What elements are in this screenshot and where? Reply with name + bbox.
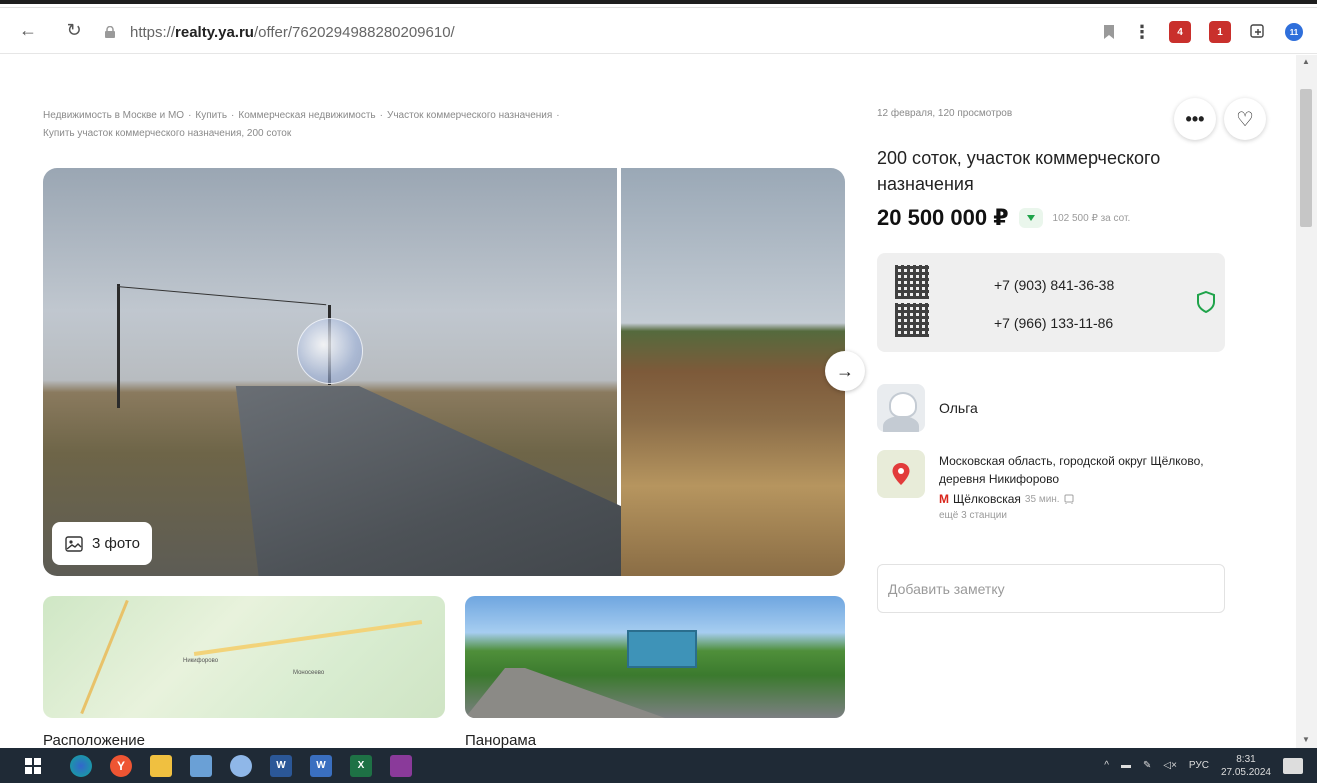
seller[interactable]: Ольга <box>877 384 978 432</box>
breadcrumb-item[interactable]: Участок коммерческого назначения <box>387 110 552 121</box>
offer-title: 200 соток, участок коммерческого назначе… <box>877 148 1161 194</box>
toolbar-right: ⋮ 4 1 11 <box>1103 18 1303 46</box>
date-views: 12 февраля, 120 просмотров <box>877 108 1013 119</box>
price-down-icon[interactable] <box>1018 208 1043 228</box>
power-wire <box>116 286 327 306</box>
word-pad-icon[interactable]: W <box>310 754 332 777</box>
location-map-thumbnail[interactable]: Никифорово Моносеево <box>43 596 445 718</box>
gallery-next-button[interactable]: → <box>825 351 865 391</box>
bookmark-icon[interactable] <box>1103 24 1115 40</box>
notes-app-icon[interactable] <box>190 754 212 777</box>
clock[interactable]: 8:31 27.05.2024 <box>1221 753 1271 779</box>
file-explorer-icon[interactable] <box>150 754 172 777</box>
address-bar[interactable]: https://realty.ya.ru/offer/7620294988280… <box>104 19 1114 45</box>
panorama-orb-icon[interactable] <box>297 318 363 384</box>
panorama-thumbnail[interactable] <box>465 596 845 718</box>
price-row: 20 500 000 ₽ 102 500 ₽ за сот. <box>877 205 1130 231</box>
breadcrumb: Недвижимость в Москве и МО · Купить · Коммер… <box>43 110 560 139</box>
map-pin-icon[interactable] <box>877 450 925 498</box>
photo-count-button[interactable]: 3 фото <box>52 522 152 565</box>
add-note-field[interactable]: Добавить заметку <box>877 564 1225 613</box>
breadcrumb-item[interactable]: Купить <box>195 110 227 121</box>
scroll-down-icon[interactable]: ▼ <box>1302 735 1310 744</box>
downloads-icon[interactable]: 11 <box>1285 23 1303 41</box>
edge-browser-icon[interactable] <box>70 754 92 777</box>
window-top-strip <box>0 0 1317 8</box>
qr-code-icon[interactable] <box>895 303 929 337</box>
road-shape <box>235 386 623 576</box>
reload-button[interactable]: ↻ <box>60 17 88 45</box>
phone-number[interactable]: +7 (966) 133-11-86 <box>994 315 1113 331</box>
yandex-browser-icon[interactable]: Y <box>110 754 132 777</box>
avatar <box>877 384 925 432</box>
browser-menu-button[interactable]: ⋮ <box>1133 22 1151 43</box>
map-road <box>193 620 423 656</box>
phone-box: +7 (903) 841-36-38 +7 (966) 133-11-86 <box>877 253 1225 352</box>
favorite-button[interactable]: ♡ <box>1224 98 1266 140</box>
pano-road <box>465 668 665 718</box>
map-label: Никифорово <box>183 658 219 664</box>
map-label: Моносеево <box>293 670 325 676</box>
pen-icon[interactable]: ✎ <box>1143 760 1151 771</box>
address-text: Московская область, городской округ Щёлк… <box>939 454 1204 486</box>
metro-time: 35 мин. <box>1024 493 1060 505</box>
price: 20 500 000 ₽ <box>877 205 1009 230</box>
metro-name: Щёлковская <box>953 492 1021 506</box>
volume-icon[interactable]: ◁× <box>1163 760 1177 771</box>
browser-toolbar: ← ↻ https://realty.ya.ru/offer/762029498… <box>0 8 1317 54</box>
extension-icon-1[interactable]: 4 <box>1169 21 1191 43</box>
scrollbar-thumb[interactable] <box>1300 89 1312 227</box>
map-road <box>80 599 129 715</box>
qr-code-icon[interactable] <box>895 265 929 299</box>
windows-taskbar: Y W W X ^ ▬ ✎ ◁× РУС 8:31 27.05.2024 <box>0 748 1317 783</box>
back-button[interactable]: ← <box>14 17 42 45</box>
translate-icon[interactable] <box>1249 23 1267 41</box>
power-pole <box>117 284 120 408</box>
paint-app-icon[interactable] <box>230 754 252 777</box>
more-options-button[interactable]: ••• <box>1174 98 1216 140</box>
bus-icon <box>1064 494 1074 504</box>
more-stations-link[interactable]: ещё 3 станции <box>939 510 1007 521</box>
notifications-icon[interactable] <box>1283 757 1303 774</box>
breadcrumb-item[interactable]: Коммерческая недвижимость <box>238 110 375 121</box>
bus-shelter <box>627 630 697 668</box>
excel-icon[interactable]: X <box>350 754 372 777</box>
language-indicator[interactable]: РУС <box>1189 760 1209 771</box>
panorama-caption[interactable]: Панорама <box>465 732 536 748</box>
word-icon[interactable]: W <box>270 754 292 777</box>
lock-icon <box>105 26 115 38</box>
winrar-icon[interactable] <box>390 754 412 777</box>
breadcrumb-item[interactable]: Недвижимость в Москве и МО <box>43 110 184 121</box>
seller-name[interactable]: Ольга <box>939 400 978 416</box>
windows-start-icon[interactable] <box>22 755 44 777</box>
location-caption[interactable]: Расположение <box>43 732 145 748</box>
scroll-up-icon[interactable]: ▲ <box>1302 57 1310 66</box>
photo-gallery[interactable]: 3 фото <box>43 168 845 576</box>
tray-chevron-icon[interactable]: ^ <box>1104 760 1109 771</box>
title-bar-fragment <box>0 0 1317 4</box>
metro-station[interactable]: М Щёлковская 35 мин. <box>939 492 1074 506</box>
phone-number[interactable]: +7 (903) 841-36-38 <box>994 277 1114 293</box>
page-scrollbar[interactable]: ▲ ▼ <box>1296 55 1317 748</box>
network-icon[interactable]: ▬ <box>1121 760 1131 771</box>
system-tray: ^ ▬ ✎ ◁× РУС 8:31 27.05.2024 <box>1104 748 1303 783</box>
photo-count-label: 3 фото <box>92 535 140 552</box>
main-photo[interactable] <box>43 168 623 576</box>
shield-icon <box>1197 291 1215 313</box>
price-per-sotka: 102 500 ₽ за сот. <box>1052 212 1131 224</box>
extension-icon-2[interactable]: 1 <box>1209 21 1231 43</box>
clock-date: 27.05.2024 <box>1220 766 1271 778</box>
side-photo[interactable] <box>621 168 845 576</box>
photos-icon <box>65 535 83 552</box>
metro-icon: М <box>939 492 949 506</box>
breadcrumb-current: Купить участок коммерческого назначения,… <box>43 128 292 139</box>
page-content: Недвижимость в Москве и МО · Купить · Коммер… <box>0 55 1296 748</box>
url-text: https://realty.ya.ru/offer/7620294988280… <box>130 23 455 41</box>
clock-time: 8:31 <box>1236 753 1256 765</box>
